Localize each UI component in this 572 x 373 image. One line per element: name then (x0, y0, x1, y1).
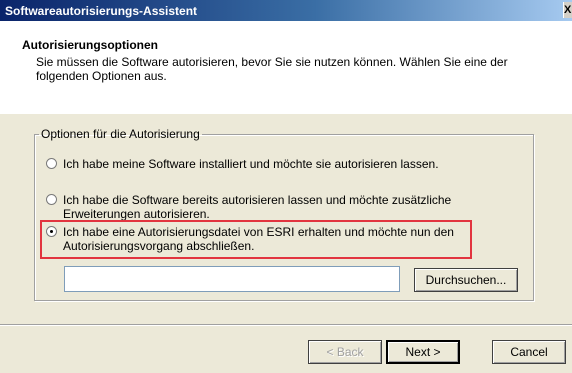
option-label: Ich habe die Software bereits autorisier… (63, 193, 452, 221)
wizard-header: Autorisierungsoptionen Sie müssen die So… (0, 21, 572, 114)
radio-button[interactable] (46, 158, 57, 169)
option-label: Ich habe eine Autorisierungsdatei von ES… (63, 225, 454, 253)
option-label: Ich habe meine Software installiert und … (63, 157, 439, 171)
footer-divider-highlight (0, 325, 572, 326)
radio-button[interactable] (46, 194, 57, 205)
title-bar: Softwareautorisierungs-Assistent X (0, 0, 572, 21)
close-icon[interactable]: X (563, 2, 572, 18)
back-button[interactable]: < Back (308, 340, 382, 364)
header-divider (0, 113, 572, 114)
window-title: Softwareautorisierungs-Assistent (5, 4, 198, 18)
page-title: Autorisierungsoptionen (22, 38, 158, 52)
page-description: Sie müssen die Software autorisieren, be… (36, 55, 508, 83)
authorization-file-path-input[interactable] (64, 266, 400, 292)
options-group-legend: Optionen für die Autorisierung (41, 127, 200, 141)
next-button[interactable]: Next > (386, 340, 460, 364)
cancel-button[interactable]: Cancel (492, 340, 566, 364)
browse-button[interactable]: Durchsuchen... (414, 268, 518, 292)
radio-button-selected[interactable] (46, 226, 57, 237)
